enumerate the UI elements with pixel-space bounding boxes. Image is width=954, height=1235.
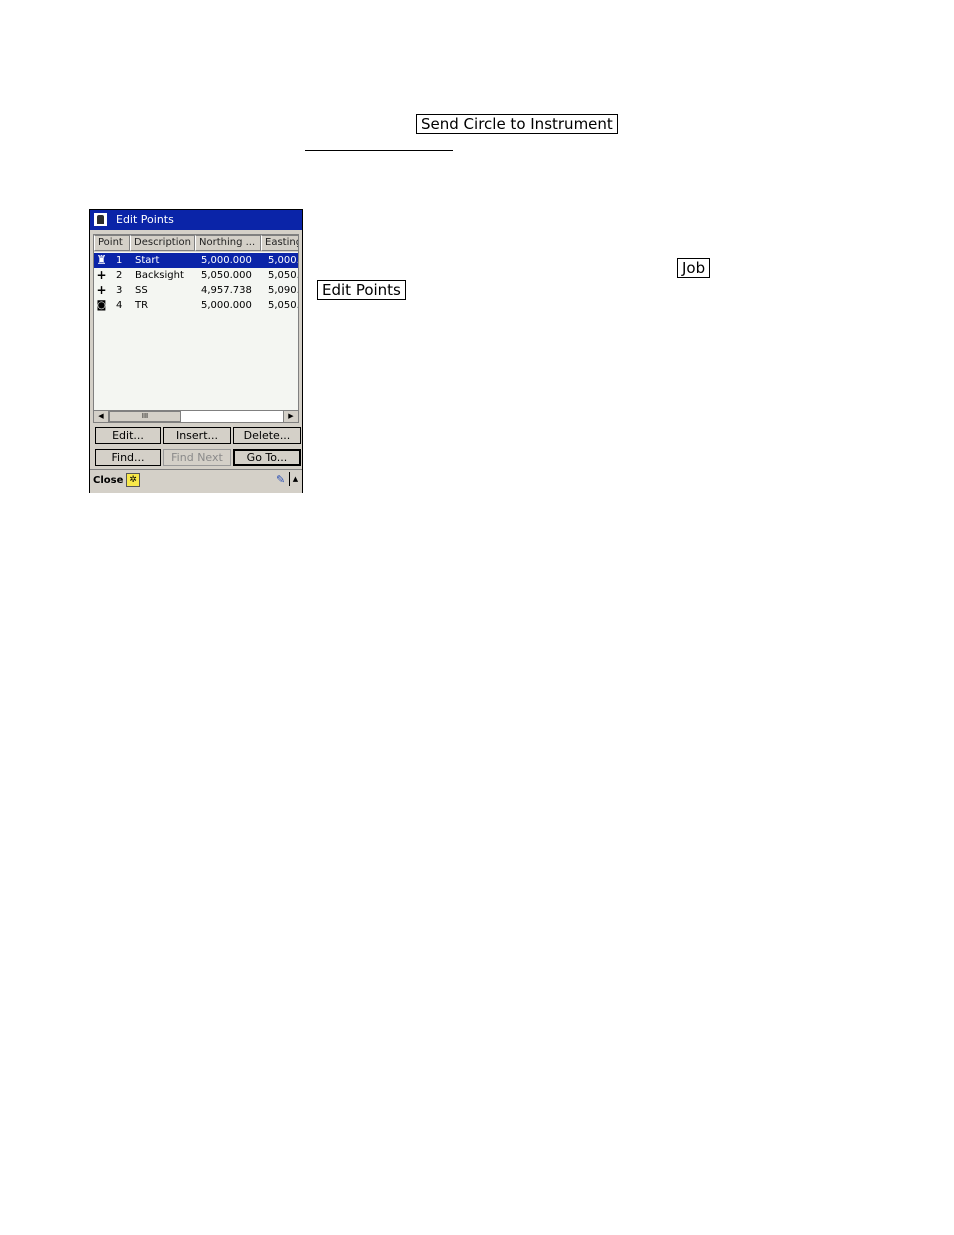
northing-cell: 5,050.000 xyxy=(201,270,252,281)
column-header-description[interactable]: Description xyxy=(130,235,195,251)
point-cell: 3 xyxy=(116,285,123,296)
easting-cell: 5,050. xyxy=(268,270,299,281)
table-row[interactable]: + 3 SS 4,957.738 5,090. xyxy=(94,283,299,298)
edit-points-button[interactable]: Edit Points xyxy=(317,280,406,300)
northing-cell: 4,957.738 xyxy=(201,285,252,296)
instrument-icon: ♜ xyxy=(96,253,107,267)
description-cell: TR xyxy=(135,300,149,311)
description-cell: Start xyxy=(135,255,160,266)
title-bar: Edit Points xyxy=(90,210,302,230)
input-panel-arrow-icon[interactable]: ▲ xyxy=(289,472,301,486)
edit-button[interactable]: Edit... xyxy=(95,427,161,444)
easting-cell: 5,000. xyxy=(268,255,299,266)
go-to-button[interactable]: Go To... xyxy=(233,449,301,466)
app-icon xyxy=(93,212,108,227)
target-icon: ◙ xyxy=(96,300,107,311)
horizontal-scrollbar[interactable]: ◀ III ▶ xyxy=(93,410,299,423)
northing-cell: 5,000.000 xyxy=(201,255,252,266)
table-row[interactable]: ♜ 1 Start 5,000.000 5,000. xyxy=(94,253,299,268)
description-cell: SS xyxy=(135,285,148,296)
cross-icon: + xyxy=(96,268,107,282)
find-button[interactable]: Find... xyxy=(95,449,161,466)
table-row[interactable]: ◙ 4 TR 5,000.000 5,050. xyxy=(94,298,299,313)
send-circle-to-instrument-button[interactable]: Send Circle to Instrument xyxy=(416,114,618,134)
scroll-right-icon[interactable]: ▶ xyxy=(283,411,298,422)
cross-icon: + xyxy=(96,283,107,297)
edit-points-window: Edit Points Point Description Northing .… xyxy=(89,209,303,493)
easting-cell: 5,050. xyxy=(268,300,299,311)
table-row[interactable]: + 2 Backsight 5,050.000 5,050. xyxy=(94,268,299,283)
points-list[interactable]: Point Description Northing ... Easting ♜… xyxy=(93,234,299,423)
window-title: Edit Points xyxy=(116,213,174,226)
description-cell: Backsight xyxy=(135,270,184,281)
command-bar: Close ✲ ✎ ▲ xyxy=(90,469,302,493)
easting-cell: 5,090. xyxy=(268,285,299,296)
column-header-point[interactable]: Point xyxy=(94,235,130,251)
scroll-left-icon[interactable]: ◀ xyxy=(94,411,109,422)
underline-rule xyxy=(305,150,453,151)
close-button[interactable]: Close xyxy=(93,475,123,486)
job-button[interactable]: Job xyxy=(677,258,711,278)
pen-icon[interactable]: ✎ xyxy=(276,473,285,486)
insert-button[interactable]: Insert... xyxy=(163,427,231,444)
point-cell: 4 xyxy=(116,300,123,311)
list-header: Point Description Northing ... Easting xyxy=(94,235,298,252)
column-header-easting[interactable]: Easting xyxy=(261,235,298,251)
point-cell: 2 xyxy=(116,270,123,281)
star-icon[interactable]: ✲ xyxy=(126,473,140,487)
scrollbar-thumb[interactable]: III xyxy=(109,411,181,422)
delete-button[interactable]: Delete... xyxy=(233,427,301,444)
northing-cell: 5,000.000 xyxy=(201,300,252,311)
find-next-button[interactable]: Find Next xyxy=(163,449,231,466)
point-cell: 1 xyxy=(116,255,123,266)
column-header-northing[interactable]: Northing ... xyxy=(195,235,261,251)
